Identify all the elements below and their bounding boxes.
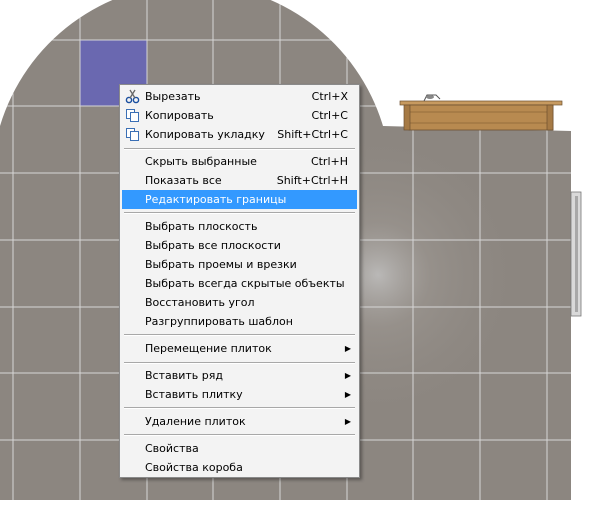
- menu-item[interactable]: Копировать Ctrl+C: [122, 106, 357, 125]
- menu-separator: [124, 148, 355, 150]
- menu-item[interactable]: Вставить ряд ▶: [122, 366, 357, 385]
- menu-item-shortcut: Shift+Ctrl+C: [277, 128, 348, 141]
- menu-item[interactable]: Выбрать всегда скрытые объекты: [122, 274, 357, 293]
- menu-item[interactable]: Редактировать границы: [122, 190, 357, 209]
- menu-item-label: Выбрать плоскость: [145, 220, 258, 233]
- menu-item[interactable]: Удаление плиток ▶: [122, 412, 357, 431]
- menu-separator: [124, 434, 355, 436]
- side-rail-object[interactable]: [570, 191, 582, 317]
- menu-separator: [124, 407, 355, 409]
- menu-item[interactable]: Перемещение плиток ▶: [122, 339, 357, 358]
- copy-icon: [125, 108, 140, 123]
- menu-item-shortcut: Ctrl+C: [311, 109, 348, 122]
- menu-item[interactable]: Показать все Shift+Ctrl+H: [122, 171, 357, 190]
- menu-item-label: Выбрать все плоскости: [145, 239, 281, 252]
- menu-item[interactable]: Свойства короба: [122, 458, 357, 477]
- menu-item[interactable]: Восстановить угол: [122, 293, 357, 312]
- menu-item[interactable]: Выбрать проемы и врезки: [122, 255, 357, 274]
- menu-item[interactable]: Свойства: [122, 439, 357, 458]
- menu-item-label: Вставить ряд: [145, 369, 223, 382]
- submenu-arrow-icon: ▶: [344, 390, 351, 399]
- context-menu: Вырезать Ctrl+X Копировать Ctrl+C Копировать…: [119, 84, 360, 478]
- menu-item-label: Перемещение плиток: [145, 342, 272, 355]
- scissors-icon: [125, 89, 140, 104]
- menu-item-label: Удаление плиток: [145, 415, 246, 428]
- submenu-arrow-icon: ▶: [344, 344, 351, 353]
- menu-item-label: Свойства: [145, 442, 199, 455]
- menu-item-label: Вырезать: [145, 90, 201, 103]
- submenu-arrow-icon: ▶: [344, 371, 351, 380]
- submenu-arrow-icon: ▶: [344, 417, 351, 426]
- menu-item-label: Восстановить угол: [145, 296, 255, 309]
- menu-item-label: Выбрать всегда скрытые объекты: [145, 277, 345, 290]
- menu-item-label: Показать все: [145, 174, 222, 187]
- menu-item-label: Копировать укладку: [145, 128, 265, 141]
- menu-item-label: Разгруппировать шаблон: [145, 315, 293, 328]
- menu-item-label: Вставить плитку: [145, 388, 243, 401]
- menu-item-shortcut: Shift+Ctrl+H: [276, 174, 348, 187]
- menu-item-shortcut: Ctrl+X: [311, 90, 348, 103]
- menu-item-shortcut: Ctrl+H: [310, 155, 348, 168]
- menu-item-label: Скрыть выбранные: [145, 155, 257, 168]
- shelf-object[interactable]: [399, 94, 563, 131]
- menu-item[interactable]: Выбрать плоскость: [122, 217, 357, 236]
- menu-item-label: Выбрать проемы и врезки: [145, 258, 297, 271]
- menu-separator: [124, 334, 355, 336]
- menu-item-label: Редактировать границы: [145, 193, 287, 206]
- menu-item[interactable]: Разгруппировать шаблон: [122, 312, 357, 331]
- menu-item-label: Копировать: [145, 109, 214, 122]
- menu-separator: [124, 212, 355, 214]
- menu-item[interactable]: Вставить плитку ▶: [122, 385, 357, 404]
- menu-item[interactable]: Вырезать Ctrl+X: [122, 87, 357, 106]
- menu-separator: [124, 362, 355, 364]
- menu-item[interactable]: Копировать укладку Shift+Ctrl+C: [122, 125, 357, 144]
- copy-layout-icon: [125, 127, 140, 142]
- menu-item[interactable]: Скрыть выбранные Ctrl+H: [122, 152, 357, 171]
- menu-item-label: Свойства короба: [145, 461, 243, 474]
- menu-item[interactable]: Выбрать все плоскости: [122, 236, 357, 255]
